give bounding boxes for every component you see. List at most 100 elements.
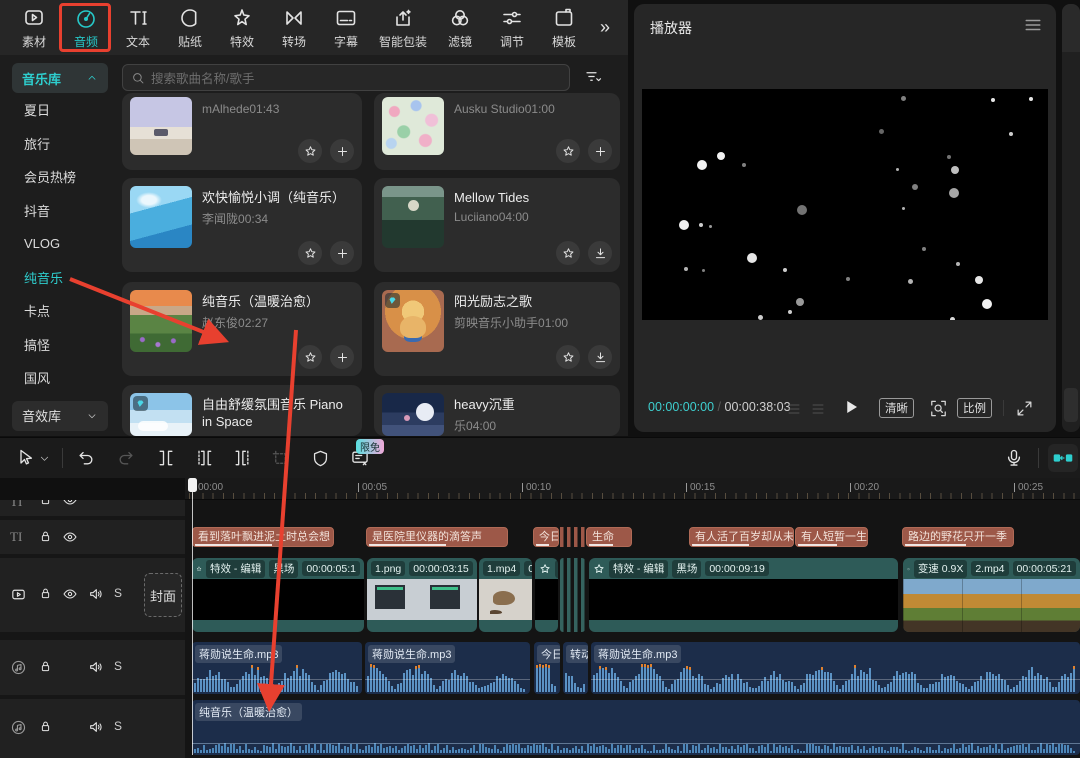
quality-button[interactable]: 清晰 <box>879 398 914 418</box>
audio-clip[interactable]: 蒋勋说生命.mp3 <box>365 642 530 694</box>
search-input[interactable]: 搜索歌曲名称/歌手 <box>122 64 570 91</box>
link-preview-toggle[interactable] <box>1048 444 1078 472</box>
music-card[interactable]: 自由舒缓氛围音乐 Piano in Space <box>122 385 362 436</box>
tab-subtitle[interactable]: 字幕 <box>320 4 372 52</box>
download-button[interactable] <box>588 241 612 265</box>
video-clip[interactable]: 特 <box>535 558 558 632</box>
eye-icon[interactable] <box>62 529 78 545</box>
focus-zoom-icon[interactable] <box>929 399 948 418</box>
compressed-text-clips[interactable] <box>560 527 585 547</box>
video-clip[interactable]: 变速 0.9X 2.mp4 00:00:05:21 <box>903 558 1080 632</box>
favorite-button[interactable] <box>556 139 580 163</box>
text-clip[interactable]: 有人活了百岁却从未 <box>689 527 794 547</box>
split-left-button[interactable] <box>190 444 218 472</box>
undo-button[interactable] <box>72 444 100 472</box>
tab-effects[interactable]: 特效 <box>216 4 268 52</box>
video-clip[interactable]: 特效 - 编辑 黑场 00:00:05:1 <box>192 558 364 632</box>
eye-icon[interactable] <box>62 500 78 508</box>
video-clip[interactable]: 特效 - 编辑 黑场 00:00:09:19 <box>589 558 898 632</box>
expand-tabs-button[interactable]: » <box>590 4 620 52</box>
music-card[interactable]: 欢快愉悦小调（纯音乐） 李闻陇00:34 <box>122 178 362 272</box>
mask-button[interactable] <box>306 444 334 472</box>
crop-button[interactable] <box>266 444 294 472</box>
audio-clip[interactable]: 今日 <box>534 642 560 694</box>
music-card[interactable]: Ausku Studio01:00 <box>374 93 620 170</box>
music-card[interactable]: heavy沉重 乐04:00 <box>374 385 620 436</box>
text-clip[interactable]: 今日 <box>533 527 559 547</box>
solo-icon[interactable]: S <box>114 586 122 600</box>
add-to-track-button[interactable] <box>588 139 612 163</box>
music-library-button[interactable]: 音乐库 <box>12 63 108 93</box>
sidebar-item-vlog[interactable]: VLOG <box>6 227 116 261</box>
text-clip[interactable]: 路边的野花只开一季 <box>902 527 1014 547</box>
sidebar-item-summer[interactable]: 夏日 <box>6 93 116 127</box>
text-clip[interactable]: 生命 <box>586 527 632 547</box>
timeline-ruler[interactable]: 00:00 00:05 00:10 00:15 00:20 00:25 <box>185 478 1080 500</box>
queue-icon[interactable] <box>786 401 802 417</box>
sidebar-item-travel[interactable]: 旅行 <box>6 127 116 161</box>
mute-icon[interactable] <box>88 659 104 675</box>
lock-icon[interactable] <box>38 586 53 601</box>
sidebar-item-beat[interactable]: 卡点 <box>6 294 116 328</box>
mute-icon[interactable] <box>88 719 104 735</box>
play-button[interactable] <box>842 398 860 416</box>
sidebar-item-pure-music[interactable]: 纯音乐 <box>6 261 116 295</box>
split-button[interactable] <box>152 444 180 472</box>
tab-template[interactable]: 模板 <box>538 4 590 52</box>
text-clip[interactable]: 是医院里仪器的滴答声 <box>366 527 508 547</box>
sound-effects-button[interactable]: 音效库 <box>12 401 108 431</box>
text-clip[interactable]: 看到落叶飘进泥土时总会想 <box>192 527 334 547</box>
tab-adjust[interactable]: 调节 <box>486 4 538 52</box>
playhead-handle[interactable] <box>188 478 197 492</box>
favorite-button[interactable] <box>298 345 322 369</box>
text-clip[interactable]: 有人短暂一生 <box>795 527 868 547</box>
add-to-track-button[interactable] <box>330 345 354 369</box>
audio-clip[interactable]: 蒋勋说生命.mp3 <box>192 642 362 694</box>
eye-icon[interactable] <box>62 586 78 602</box>
lock-icon[interactable] <box>38 659 53 674</box>
music-audio-clip[interactable]: 纯音乐（温暖治愈） <box>192 700 1080 755</box>
sidebar-item-chinese-style[interactable]: 国风 <box>6 361 116 395</box>
audio-clip[interactable]: 蒋勋说生命.mp3 <box>591 642 1080 694</box>
favorite-button[interactable] <box>556 345 580 369</box>
music-card[interactable]: Mellow Tides Luciiano04:00 <box>374 178 620 272</box>
favorite-button[interactable] <box>556 241 580 265</box>
tab-smart-package[interactable]: 智能包装 <box>372 4 434 52</box>
solo-icon[interactable]: S <box>114 659 122 673</box>
add-to-track-button[interactable] <box>330 241 354 265</box>
audio-clip[interactable]: 转动 <box>563 642 588 694</box>
tab-sticker[interactable]: 贴纸 <box>164 4 216 52</box>
ratio-button[interactable]: 比例 <box>957 398 992 418</box>
lock-icon[interactable] <box>38 719 53 734</box>
video-clip[interactable]: 1.mp4 0 <box>479 558 532 632</box>
queue-icon-2[interactable] <box>810 401 826 417</box>
sidebar-item-douyin[interactable]: 抖音 <box>6 194 116 228</box>
filter-button[interactable] <box>580 66 606 90</box>
lock-icon[interactable] <box>38 500 53 507</box>
solo-icon[interactable]: S <box>114 719 122 733</box>
lock-icon[interactable] <box>38 529 53 544</box>
download-button[interactable] <box>588 345 612 369</box>
tab-transition[interactable]: 转场 <box>268 4 320 52</box>
split-right-button[interactable] <box>228 444 256 472</box>
tab-media[interactable]: 素材 <box>8 4 60 52</box>
cover-button[interactable]: 封面 <box>144 573 182 617</box>
redo-button[interactable] <box>112 444 140 472</box>
sidebar-item-funny[interactable]: 搞怪 <box>6 328 116 362</box>
favorite-button[interactable] <box>298 139 322 163</box>
player-menu-icon[interactable] <box>1024 18 1042 32</box>
favorite-button[interactable] <box>298 241 322 265</box>
collapsed-settings-panel[interactable] <box>1062 4 1080 432</box>
add-to-track-button[interactable] <box>330 139 354 163</box>
music-card[interactable]: 阳光励志之歌 剪映音乐小助手01:00 <box>374 282 620 376</box>
mute-icon[interactable] <box>88 586 104 602</box>
panel-expand-handle[interactable] <box>1064 388 1078 422</box>
record-voiceover-button[interactable] <box>1000 444 1028 472</box>
video-clip[interactable]: 1.png 00:00:03:15 <box>367 558 477 632</box>
compressed-video-clips[interactable] <box>560 558 585 632</box>
tab-text[interactable]: 文本 <box>112 4 164 52</box>
video-preview[interactable] <box>642 89 1048 320</box>
sidebar-item-member-hot[interactable]: 会员热榜 <box>6 160 116 194</box>
music-card[interactable]: mAlhede01:43 <box>122 93 362 170</box>
fullscreen-icon[interactable] <box>1015 399 1034 418</box>
